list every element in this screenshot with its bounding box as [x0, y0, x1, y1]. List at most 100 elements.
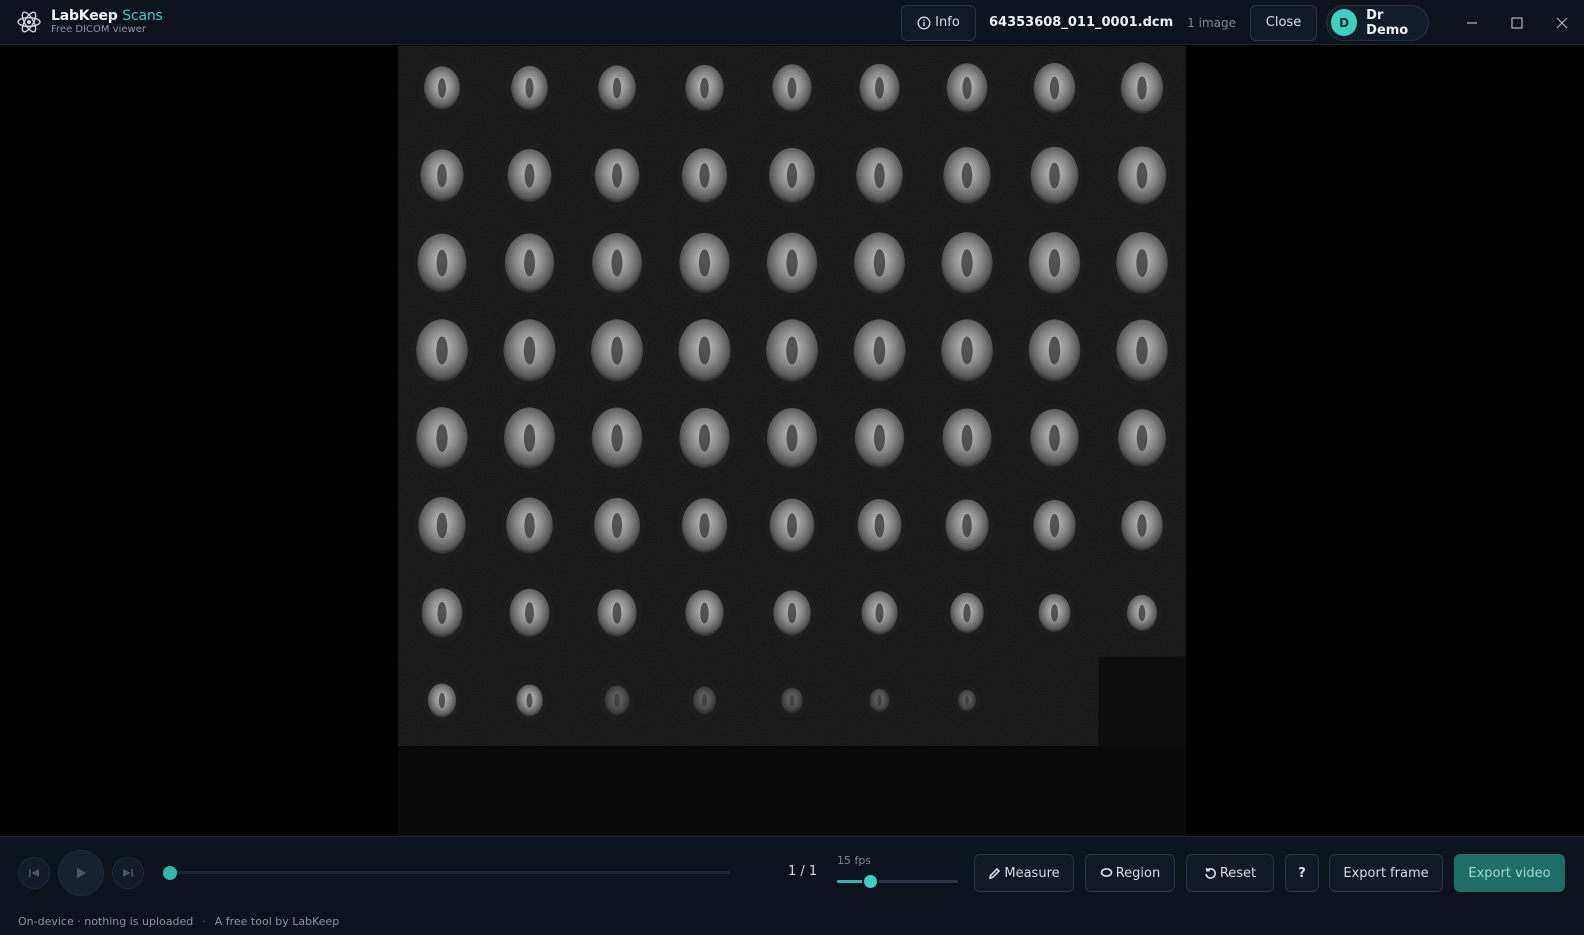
file-name: 64353608_011_0001.dcm: [988, 15, 1174, 30]
fps-label: 15 fps: [837, 854, 872, 867]
mri-slice: [1028, 57, 1081, 119]
mri-slice: [589, 143, 645, 208]
mri-slice: [849, 403, 910, 473]
next-frame-button[interactable]: [112, 857, 144, 889]
mri-slice: [1121, 589, 1163, 637]
mri-slice: [1111, 314, 1173, 387]
help-button[interactable]: ?: [1285, 854, 1319, 892]
mri-slice: [506, 60, 553, 116]
mri-slice: [856, 586, 903, 640]
mri-slice: [1023, 227, 1086, 299]
mri-slice: [1025, 141, 1084, 210]
mri-slice: [599, 680, 635, 721]
frame-scrubber-track[interactable]: [165, 871, 730, 874]
mri-slice: [852, 494, 907, 557]
window-close-button[interactable]: [1539, 0, 1584, 45]
mri-slice: [588, 492, 646, 559]
mri-slice: [419, 61, 465, 115]
mri-slice: [936, 314, 998, 387]
close-file-button[interactable]: Close: [1250, 4, 1317, 41]
mri-slice: [415, 144, 469, 207]
image-viewport[interactable]: [0, 46, 1584, 836]
minimize-button[interactable]: [1449, 0, 1494, 45]
avatar: D: [1331, 9, 1358, 36]
mri-slice: [936, 227, 998, 299]
mri-slice: [676, 493, 733, 558]
mri-slice: [413, 492, 471, 559]
footer: On-device · nothing is uploaded · A free…: [0, 907, 1584, 935]
export-video-button[interactable]: Export video: [1454, 854, 1565, 892]
play-button[interactable]: [58, 850, 104, 896]
mri-slice: [411, 402, 473, 474]
reset-button[interactable]: Reset: [1186, 854, 1274, 892]
mri-slice: [587, 228, 647, 298]
footer-separator: ·: [202, 914, 206, 928]
mri-slice: [864, 683, 895, 718]
mri-slice: [1025, 403, 1084, 473]
mri-slice: [938, 142, 996, 209]
mri-slice: [1111, 227, 1173, 299]
mri-slice: [849, 227, 910, 299]
mri-slice: [761, 227, 823, 299]
mri-slice: [764, 493, 820, 558]
top-bar: LabKeep Scans Free DICOM viewer Info 643…: [0, 0, 1584, 45]
app-title: LabKeep Scans: [51, 8, 163, 24]
pencil-icon: [989, 867, 1001, 879]
mri-slice: [586, 402, 648, 474]
measure-button[interactable]: Measure: [974, 854, 1074, 892]
mri-slice: [763, 142, 821, 209]
skip-back-icon: [29, 869, 39, 877]
info-icon: [917, 16, 931, 29]
mri-slice: [592, 584, 642, 642]
mri-slice: [945, 587, 989, 639]
user-name: Dr Demo: [1366, 7, 1409, 38]
mri-slice: [851, 142, 908, 209]
mri-slice: [1116, 495, 1168, 556]
mri-slice: [499, 228, 560, 298]
mri-slice: [687, 681, 722, 720]
brand: LabKeep Scans Free DICOM viewer: [16, 9, 163, 35]
previous-frame-button[interactable]: [18, 857, 50, 889]
info-button[interactable]: Info: [900, 4, 976, 41]
mri-slice: [586, 314, 648, 387]
mri-slice: [1112, 141, 1172, 210]
mri-slice: [854, 58, 905, 118]
mri-slice: [776, 682, 808, 719]
mri-slice: [1028, 494, 1081, 557]
mri-slice: [411, 314, 473, 387]
fps-slider-handle[interactable]: [862, 873, 879, 890]
slice-mosaic: [398, 46, 1186, 746]
mri-slice: [673, 314, 736, 387]
mri-slice: [674, 227, 735, 299]
app-subtitle: Free DICOM viewer: [51, 24, 146, 35]
mri-slice: [1033, 588, 1076, 638]
mri-slice: [1023, 314, 1086, 387]
mri-slice: [593, 60, 641, 116]
mri-slice: [674, 402, 735, 474]
play-icon: [77, 867, 86, 879]
mri-slice: [1115, 57, 1169, 119]
mri-slice: [422, 678, 462, 723]
region-button[interactable]: Region: [1085, 854, 1175, 892]
maximize-button[interactable]: [1494, 0, 1539, 45]
mri-slice: [680, 584, 729, 642]
header-actions: Info 64353608_011_0001.dcm 1 image Close…: [900, 0, 1584, 45]
mri-slice: [501, 492, 558, 559]
mri-slice: [762, 403, 822, 473]
lasso-icon: [1100, 867, 1113, 877]
mri-slice: [498, 314, 561, 387]
user-menu[interactable]: D Dr Demo: [1326, 4, 1429, 41]
frame-scrubber-handle[interactable]: [163, 866, 177, 880]
empty-tile-area: [1098, 656, 1186, 746]
mri-slice: [416, 583, 468, 643]
mri-slice: [937, 403, 997, 473]
export-frame-button[interactable]: Export frame: [1329, 854, 1443, 892]
dicom-canvas[interactable]: [398, 46, 1186, 836]
minimize-icon: [1466, 21, 1477, 24]
mri-slice: [761, 314, 823, 387]
privacy-note: On-device · nothing is uploaded: [18, 914, 194, 928]
mri-slice: [504, 583, 555, 643]
mri-slice: [680, 59, 729, 117]
mri-slice: [499, 402, 560, 474]
footer-credit: A free tool by LabKeep: [214, 914, 340, 928]
